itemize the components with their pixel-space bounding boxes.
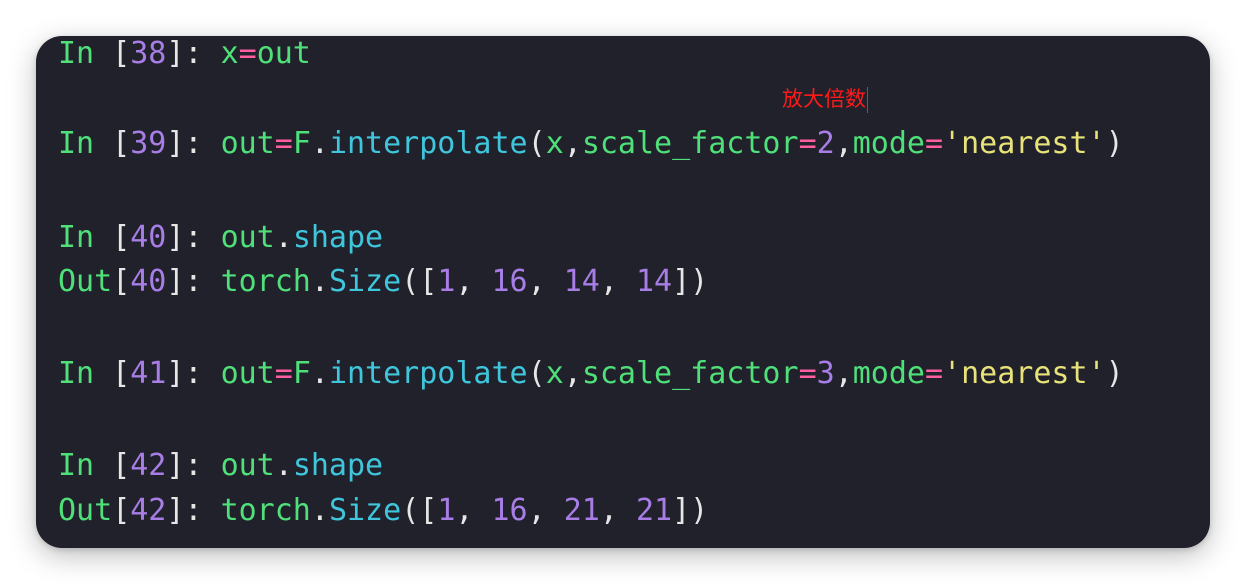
- code-variable: out: [220, 220, 275, 255]
- input-line-38: In [38]: x=out: [58, 36, 311, 71]
- code-string: 'nearest': [943, 356, 1106, 391]
- code-keyword-arg: mode: [852, 126, 925, 161]
- input-line-39: In [39]: out=F.interpolate(x,scale_facto…: [58, 126, 1124, 161]
- prompt-number: 40: [130, 264, 167, 299]
- code-variable: out: [220, 356, 275, 391]
- input-line-41: In [41]: out=F.interpolate(x,scale_facto…: [58, 356, 1124, 391]
- code-variable: out: [220, 126, 275, 161]
- input-line-40: In [40]: out.shape: [58, 220, 384, 255]
- result-dim: 21: [636, 493, 673, 528]
- code-operator: =: [274, 356, 293, 391]
- prompt-number: 42: [130, 493, 167, 528]
- in-prompt: In: [58, 356, 95, 391]
- code-operator: =: [238, 36, 257, 71]
- result-dim: 14: [563, 264, 600, 299]
- code-operator: =: [274, 126, 293, 161]
- in-prompt: In: [58, 220, 95, 255]
- result-dim: 1: [437, 264, 456, 299]
- input-line-42: In [42]: out.shape: [58, 448, 384, 483]
- result-dim: 14: [636, 264, 673, 299]
- output-line-40: Out[40]: torch.Size([1, 16, 14, 14]): [58, 264, 709, 299]
- code-number: 3: [816, 356, 835, 391]
- code-attribute: shape: [292, 220, 384, 255]
- code-number: 2: [816, 126, 835, 161]
- result-module: torch: [220, 264, 311, 299]
- code-attribute: shape: [292, 448, 384, 483]
- code-variable: x: [220, 36, 239, 71]
- prompt-number: 38: [130, 36, 167, 71]
- code-keyword-arg: scale_factor: [581, 356, 799, 391]
- result-module: torch: [220, 493, 311, 528]
- result-class: Size: [328, 264, 402, 299]
- prompt-number: 41: [130, 356, 167, 391]
- code-function: interpolate: [328, 126, 528, 161]
- code-module: F: [292, 126, 311, 161]
- code-argument: x: [545, 126, 564, 161]
- result-dim: 1: [437, 493, 456, 528]
- code-keyword-arg: mode: [852, 356, 925, 391]
- out-prompt: Out: [58, 493, 113, 528]
- code-module: F: [292, 356, 311, 391]
- prompt-number: 39: [130, 126, 167, 161]
- code-keyword-arg: scale_factor: [581, 126, 799, 161]
- code-variable: out: [220, 448, 275, 483]
- in-prompt: In: [58, 36, 95, 71]
- code-variable: out: [256, 36, 311, 71]
- result-dim: 16: [491, 493, 528, 528]
- code-function: interpolate: [328, 356, 528, 391]
- result-class: Size: [328, 493, 402, 528]
- out-prompt: Out: [58, 264, 113, 299]
- text-cursor: [867, 87, 868, 113]
- prompt-number: 40: [130, 220, 167, 255]
- code-argument: x: [545, 356, 564, 391]
- annotation-text: 放大倍数: [782, 87, 866, 111]
- output-line-42: Out[42]: torch.Size([1, 16, 21, 21]): [58, 493, 709, 528]
- in-prompt: In: [58, 126, 95, 161]
- code-string: 'nearest': [943, 126, 1106, 161]
- in-prompt: In: [58, 448, 95, 483]
- ipython-terminal: In [38]: x=out 放大倍数 In [39]: out=F.inter…: [36, 36, 1210, 548]
- prompt-number: 42: [130, 448, 167, 483]
- magnification-annotation: 放大倍数: [782, 84, 868, 114]
- result-dim: 16: [491, 264, 528, 299]
- result-dim: 21: [563, 493, 600, 528]
